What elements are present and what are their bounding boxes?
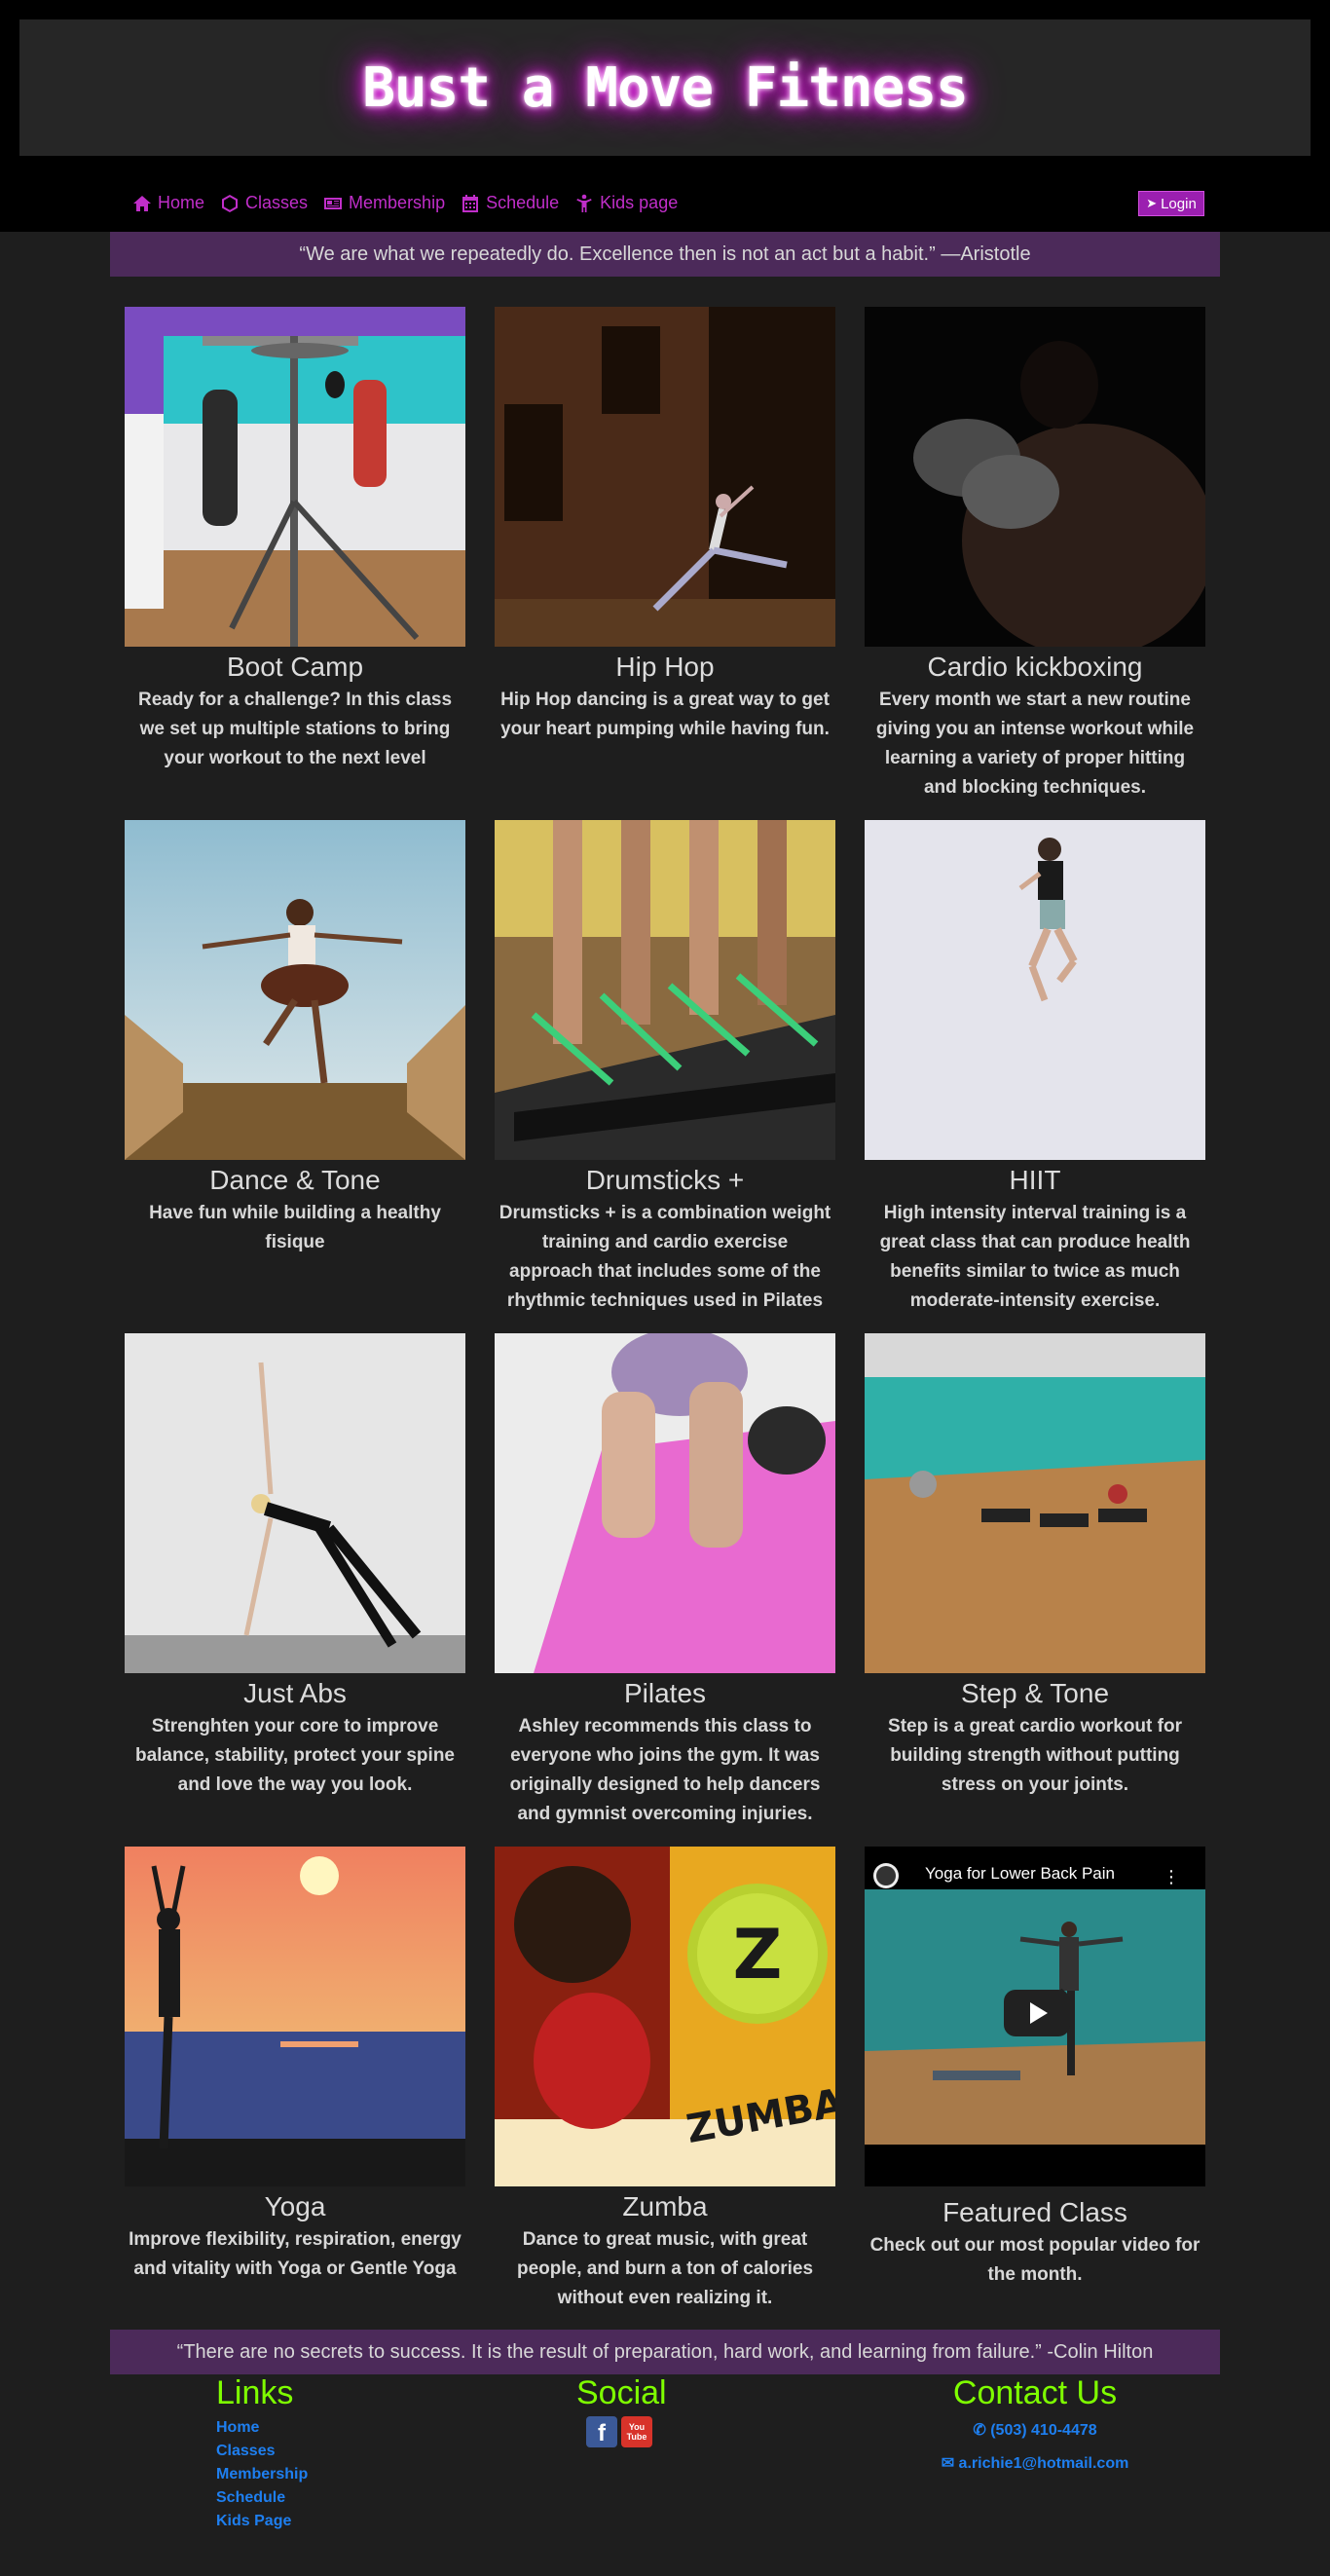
play-icon: [1030, 2002, 1048, 2024]
pilates-image: [495, 1333, 835, 1673]
hero-box: Bust a Move Fitness: [19, 19, 1311, 156]
play-button[interactable]: [1004, 1990, 1070, 2036]
class-card-drumsticks: Drumsticks + Drumsticks + is a combinati…: [495, 820, 835, 1316]
footer-link-kids-page[interactable]: Kids Page: [216, 2510, 308, 2533]
class-card-step-tone: Step & Tone Step is a great cardio worko…: [865, 1333, 1205, 1800]
phone-number: (503) 410-4478: [990, 2422, 1097, 2439]
dance-tone-image: [125, 820, 465, 1160]
class-card-cardio-kickboxing: Cardio kickboxing Every month we start a…: [865, 307, 1205, 803]
login-button[interactable]: ➤ Login: [1138, 191, 1204, 216]
nav-item-kids[interactable]: Kids page: [574, 193, 678, 213]
class-title: Step & Tone: [960, 1678, 1110, 1708]
zumba-image: Z ZUMBA: [495, 1847, 835, 2186]
class-description: Step is a great cardio workout for build…: [888, 1716, 1182, 1795]
class-description: Every month we start a new routine givin…: [875, 690, 1195, 798]
class-card-featured: ⋮ Yoga for Lower Back Pain Featured Clas…: [865, 1847, 1205, 2290]
class-title: Just Abs: [243, 1678, 347, 1708]
class-title: Cardio kickboxing: [927, 652, 1143, 682]
nav-item-membership[interactable]: Membership: [323, 193, 445, 213]
just-abs-image: [125, 1333, 465, 1673]
step-tone-image: [865, 1333, 1205, 1673]
svg-text:Z: Z: [733, 1915, 783, 1995]
site-title: Bust a Move Fitness: [362, 56, 969, 120]
class-description: Hip Hop dancing is a great way to get yo…: [500, 690, 830, 739]
featured-video[interactable]: ⋮ Yoga for Lower Back Pain: [865, 1847, 1205, 2186]
id-card-icon: [324, 197, 343, 209]
footer-link-classes[interactable]: Classes: [216, 2440, 308, 2463]
boot-camp-image: [125, 307, 465, 647]
class-description: Ready for a challenge? In this class we …: [137, 690, 453, 768]
hip-hop-image: [495, 307, 835, 647]
footer-link-schedule[interactable]: Schedule: [216, 2486, 308, 2510]
class-description: High intensity interval training is a gr…: [879, 1203, 1191, 1311]
class-title: Drumsticks +: [585, 1165, 745, 1195]
contact-email[interactable]: ✉ a.richie1@hotmail.com: [933, 2453, 1137, 2473]
footer-link-membership[interactable]: Membership: [216, 2463, 308, 2486]
nav-item-label: Classes: [245, 193, 309, 212]
class-description: Strenghten your core to improve balance,…: [134, 1716, 455, 1795]
footer-contact-title: Contact Us: [952, 2374, 1118, 2411]
email-address: a.richie1@hotmail.com: [958, 2455, 1129, 2472]
envelope-icon: ✉: [941, 2455, 955, 2472]
footer-links-title: Links: [216, 2374, 294, 2411]
footer-contact: Contact Us ✆ (503) 410-4478 ✉ a.richie1@…: [933, 2374, 1137, 2473]
navbar: Home Classes Membership Schedule Kids pa…: [0, 178, 1330, 232]
footer-links: Links Home Classes Membership Schedule K…: [216, 2374, 308, 2533]
facebook-icon[interactable]: f: [586, 2416, 617, 2447]
class-title: Dance & Tone: [209, 1165, 381, 1195]
nav-item-label: Home: [158, 193, 205, 212]
calendar-icon: [462, 194, 479, 212]
quote-text: “There are no secrets to success. It is …: [176, 2340, 1154, 2363]
class-card-pilates: Pilates Ashley recommends this class to …: [495, 1333, 835, 1829]
class-card-dance-tone: Dance & Tone Have fun while building a h…: [125, 820, 465, 1257]
class-title: Hip Hop: [615, 652, 715, 682]
nav-item-label: Kids page: [600, 193, 679, 212]
quote-banner-bottom: “There are no secrets to success. It is …: [110, 2330, 1220, 2374]
class-card-hiit: HIIT High intensity interval training is…: [865, 820, 1205, 1316]
quote-text: “We are what we repeatedly do. Excellenc…: [299, 243, 1031, 265]
class-title: Zumba: [622, 2191, 708, 2221]
hero-banner: Bust a Move Fitness: [0, 0, 1330, 178]
class-card-zumba: Z ZUMBA Zumba Dance to great music, with…: [495, 1847, 835, 2313]
class-description: Check out our most popular video for the…: [869, 2235, 1201, 2285]
quote-banner-top: “We are what we repeatedly do. Excellenc…: [110, 232, 1220, 277]
class-card-yoga: Yoga Improve flexibility, respiration, e…: [125, 1847, 465, 2284]
class-description: Improve flexibility, respiration, energy…: [129, 2229, 462, 2279]
class-description: Dance to great music, with great people,…: [516, 2229, 814, 2308]
contact-phone[interactable]: ✆ (503) 410-4478: [933, 2420, 1137, 2440]
nav-item-schedule[interactable]: Schedule: [461, 193, 559, 213]
class-description: Have fun while building a healthy fisiqu…: [149, 1203, 441, 1252]
yoga-image: [125, 1847, 465, 2186]
class-card-boot-camp: Boot Camp Ready for a challenge? In this…: [125, 307, 465, 773]
login-label: Login: [1161, 195, 1197, 212]
nav-item-home[interactable]: Home: [132, 193, 204, 213]
class-card-hip-hop: Hip Hop Hip Hop dancing is a great way t…: [495, 307, 835, 744]
video-title: Yoga for Lower Back Pain: [925, 1864, 1115, 1883]
class-title: Pilates: [623, 1678, 707, 1708]
footer-social: Social f You Tube: [576, 2374, 703, 2447]
class-description: Ashley recommends this class to everyone…: [509, 1716, 821, 1824]
drumsticks-image: [495, 820, 835, 1160]
class-title: Featured Class: [942, 2197, 1127, 2227]
nav-item-label: Schedule: [486, 193, 560, 212]
home-icon: [133, 195, 151, 211]
class-title: Yoga: [264, 2191, 326, 2221]
youtube-icon[interactable]: You Tube: [621, 2416, 652, 2447]
footer-social-title: Social: [576, 2374, 667, 2411]
child-icon: [576, 194, 592, 212]
nav-menu: Home Classes Membership Schedule Kids pa…: [132, 193, 678, 213]
hexagon-icon: [222, 194, 239, 212]
sign-in-icon: ➤: [1146, 196, 1158, 210]
svg-text:⋮: ⋮: [1163, 1867, 1180, 1887]
footer-link-home[interactable]: Home: [216, 2416, 308, 2440]
class-title: HIIT: [1009, 1165, 1061, 1195]
class-title: Boot Camp: [226, 652, 364, 682]
nav-item-label: Membership: [349, 193, 446, 212]
class-card-just-abs: Just Abs Strenghten your core to improve…: [125, 1333, 465, 1800]
cardio-kickboxing-image: [865, 307, 1205, 647]
phone-icon: ✆: [973, 2422, 986, 2439]
hiit-image: [865, 820, 1205, 1160]
class-description: Drumsticks + is a combination weight tra…: [499, 1203, 831, 1311]
nav-item-classes[interactable]: Classes: [220, 193, 308, 213]
